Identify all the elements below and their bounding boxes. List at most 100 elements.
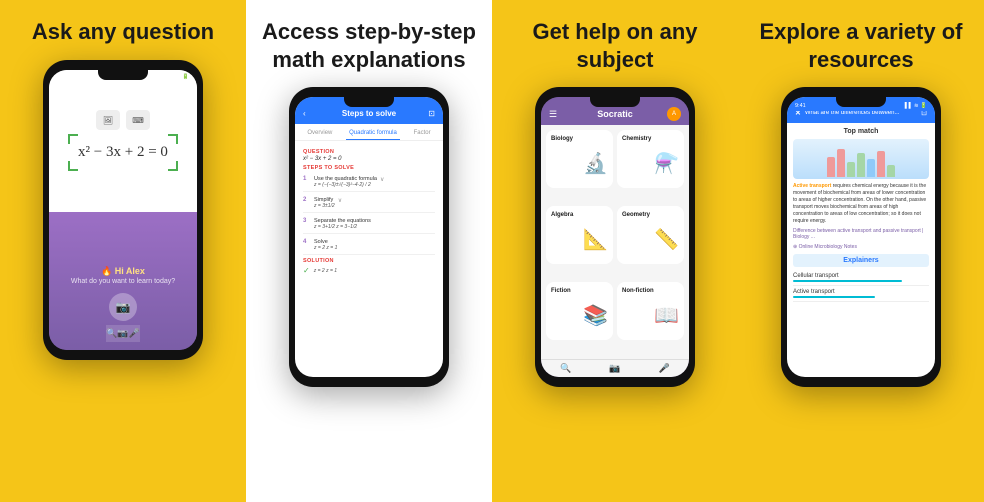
chart-container	[793, 139, 929, 179]
article-text: Active transport requires chemical energ…	[793, 183, 929, 225]
solution-value: z = 2 z = 1	[314, 268, 337, 274]
subject-chemistry-name: Chemistry	[622, 136, 679, 142]
bar-2	[837, 149, 845, 177]
panel-ask-question: Ask any question 9:41 ▌▌ ≋ 🔋 🖼 ⌨ x² − 3x…	[0, 0, 246, 502]
chevron-2[interactable]: ∨	[338, 197, 342, 204]
explainer-cellular[interactable]: Cellular transport	[793, 270, 929, 286]
user-avatar: A	[667, 107, 681, 121]
step-num-3: 3	[303, 218, 311, 224]
chemistry-emoji: ⚗️	[654, 151, 679, 176]
tab-overview[interactable]: Overview	[304, 128, 335, 140]
corner-bl	[68, 161, 78, 171]
screen1-toolbar: 🖼 ⌨	[96, 110, 150, 130]
subject-geometry-name: Geometry	[622, 212, 679, 218]
nav-camera-icon-3[interactable]: 📷	[609, 363, 620, 374]
step-content-2: Simplify z = 3±1/2	[314, 197, 335, 209]
question-label: QUESTION	[303, 149, 435, 155]
step-4: 4 Solve z = 2 z = 1	[303, 236, 435, 255]
step-content-4: Solve z = 2 z = 1	[314, 239, 337, 251]
bar-5	[867, 159, 875, 177]
explainer-bar-1	[793, 280, 902, 282]
status-icons-4: ▌▌ ≋ 🔋	[905, 103, 927, 109]
menu-icon[interactable]: ☰	[549, 109, 557, 120]
bar-7	[887, 165, 895, 177]
phone-notch-1	[98, 70, 148, 80]
panel1-title: Ask any question	[32, 18, 214, 46]
toolbar-btn-scan[interactable]: ⌨	[126, 110, 150, 130]
step-2: 2 Simplify z = 3±1/2 ∨	[303, 194, 435, 213]
status-time-1: 9:41	[57, 74, 68, 80]
subject-biology-img: 🔬	[551, 145, 608, 182]
subject-nonfiction-img: 📖	[622, 297, 679, 334]
chevron-1[interactable]: ∨	[380, 176, 384, 183]
checkmark-icon: ✓	[303, 266, 310, 275]
geometry-emoji: 📏	[654, 227, 679, 252]
top-match-label: Top match	[793, 128, 929, 135]
subject-grid: Biology 🔬 Chemistry ⚗️ Algebra 📐	[541, 125, 689, 359]
equation-wrapper: x² − 3x + 2 = 0	[68, 134, 178, 171]
subject-nonfiction-name: Non-fiction	[622, 288, 679, 294]
corner-br	[168, 161, 178, 171]
nav-search-icon-3[interactable]: 🔍	[560, 363, 571, 374]
step-1: 1 Use the quadratic formula z = (−(−3)±√…	[303, 173, 435, 192]
bar-4	[857, 153, 865, 177]
question-equation: x² − 3x + 2 = 0	[303, 156, 435, 162]
panel3-title: Get help on any subject	[502, 18, 728, 73]
step-3: 3 Separate the equations z = 3+1/2 z = 3…	[303, 215, 435, 234]
tab-quadratic[interactable]: Quadratic formula	[346, 128, 400, 140]
subject-geometry[interactable]: Geometry 📏	[617, 206, 684, 264]
subject-chemistry[interactable]: Chemistry ⚗️	[617, 130, 684, 188]
step-content-1: Use the quadratic formula z = (−(−3)±√(−…	[314, 176, 377, 188]
phone-notch-4	[836, 97, 886, 107]
phone-screen-2: ‹ Steps to solve ⊡ Overview Quadratic fo…	[295, 97, 443, 377]
toolbar-btn-image[interactable]: 🖼	[96, 110, 120, 130]
subject-fiction[interactable]: Fiction 📚	[546, 282, 613, 340]
explainer-active-name: Active transport	[793, 289, 835, 295]
active-transport-highlight: Active transport	[793, 183, 831, 189]
subject-chemistry-img: ⚗️	[622, 145, 679, 182]
screen2-title: Steps to solve	[342, 109, 396, 118]
algebra-emoji: 📐	[583, 227, 608, 252]
subject-geometry-img: 📏	[622, 221, 679, 258]
phone-mockup-1: 9:41 ▌▌ ≋ 🔋 🖼 ⌨ x² − 3x + 2 = 0 🔥 Hi Ale…	[43, 60, 203, 360]
camera-button[interactable]: 📷	[109, 293, 137, 321]
subject-nonfiction[interactable]: Non-fiction 📖	[617, 282, 684, 340]
bar-1	[827, 157, 835, 177]
back-icon[interactable]: ‹	[303, 109, 306, 118]
corner-tr	[168, 134, 178, 144]
screen3-title: Socratic	[597, 109, 633, 119]
biology-emoji: 🔬	[583, 151, 608, 176]
phone-screen-4: 9:41 ▌▌ ≋ 🔋 ✕ What are the differences b…	[787, 97, 935, 377]
panel-explore-resources: Explore a variety of resources 9:41 ▌▌ ≋…	[738, 0, 984, 502]
screen3-nav: 🔍 📷 🎤	[541, 359, 689, 377]
explainer-bar-2	[793, 296, 875, 298]
phone-screen-3: ☰ Socratic A Biology 🔬 Chemistry ⚗️	[541, 97, 689, 377]
phone-notch-3	[590, 97, 640, 107]
nav-search-icon[interactable]: 🔍	[106, 328, 117, 339]
subject-fiction-name: Fiction	[551, 288, 608, 294]
nav-mic-icon[interactable]: 🎤	[129, 328, 140, 339]
greeting-text: 🔥 Hi Alex	[101, 266, 145, 277]
camera-icon: 📷	[116, 300, 131, 314]
subject-biology[interactable]: Biology 🔬	[546, 130, 613, 188]
greeting-subtext: What do you want to learn today?	[71, 278, 175, 285]
screen1-nav: 🔍 📷 🎤	[106, 325, 140, 342]
step-content-3: Separate the equations z = 3+1/2 z = 3−1…	[314, 218, 371, 230]
tab-factor[interactable]: Factor	[411, 128, 434, 140]
subject-fiction-img: 📚	[551, 297, 608, 334]
equation-area: 🖼 ⌨ x² − 3x + 2 = 0	[49, 70, 197, 212]
article-source[interactable]: ⊕ Online Microbiology Notes	[793, 244, 929, 250]
screen2-tabs: Overview Quadratic formula Factor	[295, 124, 443, 141]
phone-screen-1: 9:41 ▌▌ ≋ 🔋 🖼 ⌨ x² − 3x + 2 = 0 🔥 Hi Ale…	[49, 70, 197, 350]
screen4-content: Top match Active transport requires chem…	[787, 123, 935, 377]
nav-mic-icon-3[interactable]: 🎤	[659, 363, 670, 374]
phone-mockup-2: ‹ Steps to solve ⊡ Overview Quadratic fo…	[289, 87, 449, 387]
fiction-emoji: 📚	[583, 303, 608, 328]
subject-algebra[interactable]: Algebra 📐	[546, 206, 613, 264]
nav-camera-icon[interactable]: 📷	[117, 328, 128, 339]
explainers-label: Explainers	[793, 254, 929, 267]
bookmark-icon[interactable]: ⊡	[428, 109, 435, 118]
bar-6	[877, 151, 885, 177]
phone-mockup-3: ☰ Socratic A Biology 🔬 Chemistry ⚗️	[535, 87, 695, 387]
explainer-active[interactable]: Active transport	[793, 286, 929, 302]
